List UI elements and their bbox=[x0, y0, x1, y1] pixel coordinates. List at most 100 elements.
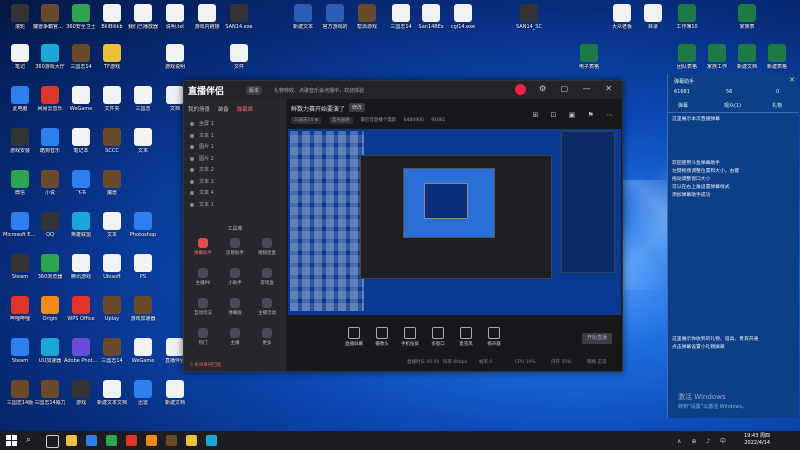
scene-item[interactable]: 文本 3 bbox=[187, 177, 291, 187]
desktop-icon[interactable]: 三国志14威力 bbox=[33, 380, 67, 416]
desktop-icon[interactable]: 迅雷 bbox=[126, 380, 160, 416]
desktop-icon[interactable]: 游戏加速器 bbox=[126, 296, 160, 332]
tab-equipment[interactable]: 装备 bbox=[218, 107, 229, 113]
source-control-button[interactable]: 手机投屏 bbox=[395, 327, 425, 347]
desktop-icon[interactable]: 三国志 bbox=[126, 86, 160, 122]
desktop-icon[interactable]: 小说 bbox=[33, 170, 67, 206]
desktop-icon[interactable]: 魔兽争霸官方对战平台 bbox=[33, 4, 67, 40]
desktop-icon[interactable]: Adobe Photoshop bbox=[64, 338, 98, 374]
tool-button[interactable]: 视频连麦 bbox=[252, 237, 282, 263]
desktop-icon[interactable]: cgl14.exe bbox=[446, 4, 480, 40]
desktop-icon[interactable]: Steam bbox=[3, 254, 37, 290]
desktop-icon[interactable]: 360安全卫士 bbox=[64, 4, 98, 40]
scene-item[interactable]: 图片 1 bbox=[187, 142, 291, 152]
desktop-icon[interactable]: 新建文本文档 bbox=[95, 380, 129, 416]
scene-item[interactable]: 全屏 1 bbox=[187, 119, 291, 129]
tool-button[interactable]: 主播PK bbox=[188, 267, 218, 293]
source-control-button[interactable]: 直播屏幕 bbox=[339, 327, 369, 347]
version-badge[interactable]: 版本 bbox=[246, 86, 263, 95]
desktop-icon[interactable]: 文本 bbox=[126, 128, 160, 164]
edit-title-button[interactable]: 修改 bbox=[349, 103, 366, 112]
source-control-button[interactable]: 麦克风 bbox=[451, 327, 481, 347]
app-icon[interactable] bbox=[186, 435, 197, 446]
avatar[interactable] bbox=[515, 84, 526, 95]
desktop-icon[interactable]: Steam bbox=[3, 338, 37, 374]
task-view-icon[interactable] bbox=[46, 435, 59, 448]
tool-button[interactable]: 弹幕助手 bbox=[188, 237, 218, 263]
start-button[interactable] bbox=[6, 435, 17, 446]
scene-item[interactable]: 文本 1 bbox=[187, 200, 291, 210]
danmu-warning[interactable]: 5 条弹幕待回复 bbox=[184, 360, 292, 371]
desktop-icon[interactable]: UU加速器 bbox=[33, 338, 67, 374]
search-icon[interactable]: ⌕ bbox=[26, 435, 31, 445]
desktop-icon[interactable]: 酷狗音乐 bbox=[33, 128, 67, 164]
eye-icon[interactable] bbox=[190, 168, 194, 172]
desktop-icon[interactable]: 说明.txt bbox=[158, 4, 192, 40]
desktop-icon[interactable]: BiliBilikb bbox=[95, 4, 129, 40]
desktop-icon[interactable]: WPS Office bbox=[64, 296, 98, 332]
desktop-icon[interactable]: 笔记本 bbox=[64, 128, 98, 164]
desktop-icon[interactable]: WeGame bbox=[64, 86, 98, 122]
tab-danmu[interactable]: 弹幕姬 bbox=[237, 107, 254, 113]
eye-icon[interactable] bbox=[190, 145, 194, 149]
desktop-icon[interactable]: 此电脑 bbox=[3, 86, 37, 122]
source-control-button[interactable]: 多窗口 bbox=[423, 327, 453, 347]
desktop-icon[interactable]: 三国志14版 bbox=[3, 380, 37, 416]
tool-button[interactable]: 小助手 bbox=[220, 267, 250, 293]
desktop-icon[interactable]: 英雄联盟 bbox=[64, 212, 98, 248]
tool-button[interactable]: 更多 bbox=[252, 327, 282, 353]
file-explorer-icon[interactable] bbox=[66, 435, 77, 446]
desktop-icon[interactable]: 游戏安装 bbox=[3, 128, 37, 164]
desktop-icon[interactable]: 网易云音乐 bbox=[33, 86, 67, 122]
eye-icon[interactable] bbox=[190, 133, 194, 138]
desktop-icon[interactable]: 大众老板 bbox=[605, 4, 639, 40]
desktop-icon[interactable]: 滚轮 bbox=[3, 4, 37, 40]
start-live-button[interactable]: 开始直播 bbox=[582, 333, 612, 344]
edge-icon[interactable] bbox=[86, 435, 97, 446]
desktop-icon[interactable]: WeGame bbox=[126, 338, 160, 374]
desktop-icon[interactable]: TF游戏 bbox=[95, 44, 129, 80]
app-icon[interactable] bbox=[106, 435, 117, 446]
app-icon[interactable] bbox=[166, 435, 177, 446]
desktop-icon[interactable]: 笔记 bbox=[3, 44, 37, 80]
tool-button[interactable]: 弹幕服 bbox=[220, 297, 250, 323]
desktop-icon[interactable]: 三国志14 bbox=[64, 44, 98, 80]
desktop-icon[interactable]: 我们已播放器 bbox=[126, 4, 160, 40]
eye-icon[interactable] bbox=[190, 122, 194, 126]
eye-icon[interactable] bbox=[190, 179, 194, 184]
tool-button[interactable]: 互动玩法 bbox=[188, 297, 218, 323]
clock[interactable]: 19:43 周四 2022/4/14 bbox=[744, 433, 770, 447]
desktop-icon[interactable]: 官方游戏的 bbox=[318, 4, 352, 40]
desktop-icon[interactable]: 新建文本 bbox=[286, 4, 320, 40]
quality-select[interactable]: 蓝光画质 bbox=[328, 117, 353, 124]
eye-icon[interactable] bbox=[190, 156, 194, 161]
tool-button[interactable]: 主播活动 bbox=[252, 297, 282, 323]
app-icon[interactable] bbox=[206, 435, 217, 446]
desktop-icon[interactable]: 360浏览器 bbox=[33, 254, 67, 290]
desktop-icon[interactable]: Photoshop bbox=[126, 212, 160, 248]
desktop-icon[interactable]: 哔哩哔哩 bbox=[3, 296, 37, 332]
desktop-icon[interactable]: 飞书 bbox=[64, 170, 98, 206]
eye-icon[interactable] bbox=[190, 202, 194, 207]
tool-button[interactable]: 房管助手 bbox=[220, 237, 250, 263]
desktop-icon[interactable]: 三国志14 bbox=[95, 338, 129, 374]
source-control-button[interactable]: 摄像头 bbox=[367, 327, 397, 347]
app-icon[interactable] bbox=[146, 435, 157, 446]
desktop-icon[interactable]: 游戏内链接 bbox=[190, 4, 224, 40]
stream-preview[interactable] bbox=[288, 129, 621, 315]
eye-icon[interactable] bbox=[190, 191, 194, 195]
tab-gifts[interactable]: 礼物 bbox=[772, 102, 782, 109]
tab-scenes[interactable]: 我的场景 bbox=[188, 107, 210, 113]
desktop-icon[interactable]: 文件夹 bbox=[95, 86, 129, 122]
desktop-icon[interactable]: 腾讯游戏 bbox=[64, 254, 98, 290]
tab-audience[interactable]: 观众(1) bbox=[724, 102, 741, 109]
desktop-icon[interactable]: 文件 bbox=[222, 44, 256, 80]
desktop-icon[interactable]: 家族表 bbox=[730, 4, 764, 40]
scene-item[interactable]: 文本 4 bbox=[187, 188, 291, 198]
window-controls[interactable]: ⚙ ▢ — ✕ bbox=[539, 84, 618, 93]
desktop-icon[interactable]: San14BEs bbox=[414, 4, 448, 40]
desktop-icon[interactable]: 文本 bbox=[95, 212, 129, 248]
tool-button[interactable]: 热门 bbox=[188, 327, 218, 353]
desktop-icon[interactable]: 360游戏大厅 bbox=[33, 44, 67, 80]
close-icon[interactable]: ✕ bbox=[789, 76, 795, 84]
